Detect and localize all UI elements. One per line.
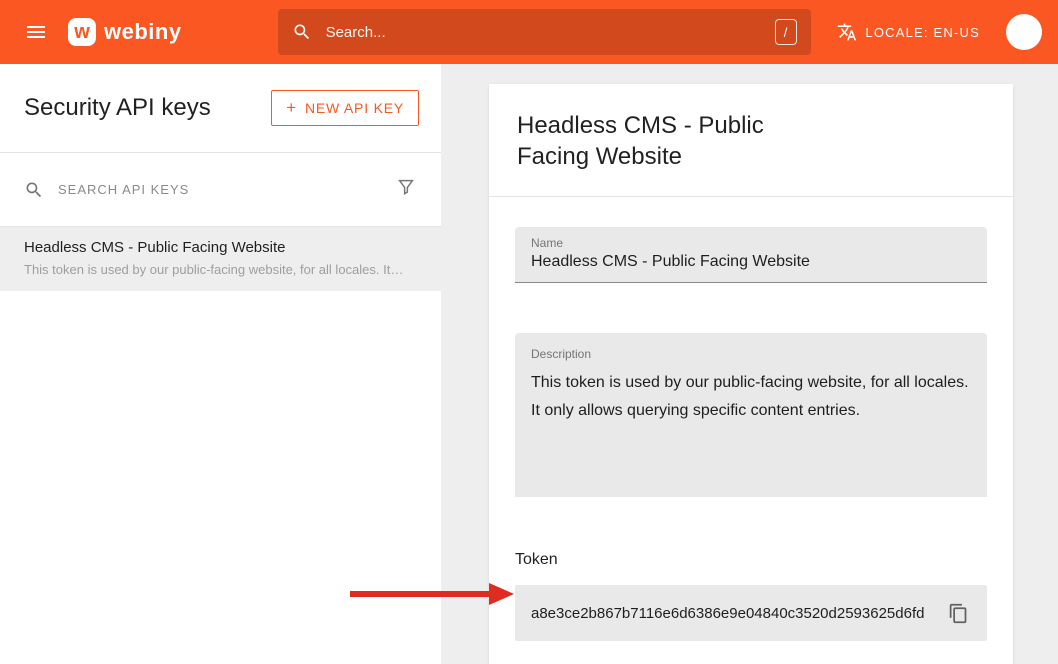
new-api-key-button[interactable]: + NEW API KEY — [271, 90, 419, 126]
list-item[interactable]: Headless CMS - Public Facing Website Thi… — [0, 227, 441, 291]
global-search-input[interactable] — [326, 24, 775, 41]
logo-badge-icon: w — [68, 18, 96, 46]
user-avatar[interactable] — [1006, 14, 1042, 50]
webiny-logo[interactable]: w webiny — [68, 18, 182, 46]
copy-icon — [948, 603, 969, 624]
description-field[interactable]: Description This token is used by our pu… — [515, 333, 987, 497]
api-keys-search-input[interactable] — [58, 182, 395, 197]
list-item-title: Headless CMS - Public Facing Website — [24, 239, 417, 256]
logo-text: webiny — [104, 19, 182, 45]
translate-icon — [837, 22, 857, 42]
api-keys-sidebar: Security API keys + NEW API KEY Headless… — [0, 64, 441, 664]
list-item-description: This token is used by our public-facing … — [24, 262, 417, 277]
name-input[interactable] — [531, 253, 971, 271]
content-area: Security API keys + NEW API KEY Headless… — [0, 64, 1058, 664]
hamburger-menu-icon[interactable] — [24, 20, 48, 44]
copy-token-button[interactable] — [944, 599, 973, 628]
card-header: Headless CMS - Public Facing Website — [489, 84, 1013, 196]
keyboard-shortcut-badge: / — [775, 19, 797, 45]
app-root: w webiny / LOCALE: EN-US Security API ke… — [0, 0, 1058, 664]
filter-icon[interactable] — [395, 176, 417, 203]
card-body: Name Description This token is used by o… — [489, 197, 1013, 664]
top-bar: w webiny / LOCALE: EN-US — [0, 0, 1058, 64]
sidebar-header: Security API keys + NEW API KEY — [0, 64, 441, 152]
detail-panel: Headless CMS - Public Facing Website Nam… — [441, 64, 1058, 664]
description-field-label: Description — [531, 347, 971, 361]
global-search-bar[interactable]: / — [278, 9, 811, 55]
description-text: This token is used by our public-facing … — [531, 369, 971, 425]
page-title: Security API keys — [24, 94, 211, 122]
name-field: Name — [515, 227, 987, 283]
name-field-label: Name — [531, 236, 971, 250]
api-keys-search-row — [0, 153, 441, 226]
locale-selector[interactable]: LOCALE: EN-US — [837, 22, 980, 42]
new-api-key-label: NEW API KEY — [305, 100, 404, 116]
api-key-detail-card: Headless CMS - Public Facing Website Nam… — [489, 84, 1013, 664]
search-icon — [24, 180, 44, 200]
locale-label: LOCALE: EN-US — [865, 25, 980, 40]
search-icon — [292, 22, 312, 42]
plus-icon: + — [286, 101, 297, 115]
token-label: Token — [515, 551, 987, 569]
token-box: a8e3ce2b867b7116e6d6386e9e04840c3520d259… — [515, 585, 987, 641]
token-value: a8e3ce2b867b7116e6d6386e9e04840c3520d259… — [531, 605, 924, 622]
card-title: Headless CMS - Public Facing Website — [517, 110, 817, 172]
